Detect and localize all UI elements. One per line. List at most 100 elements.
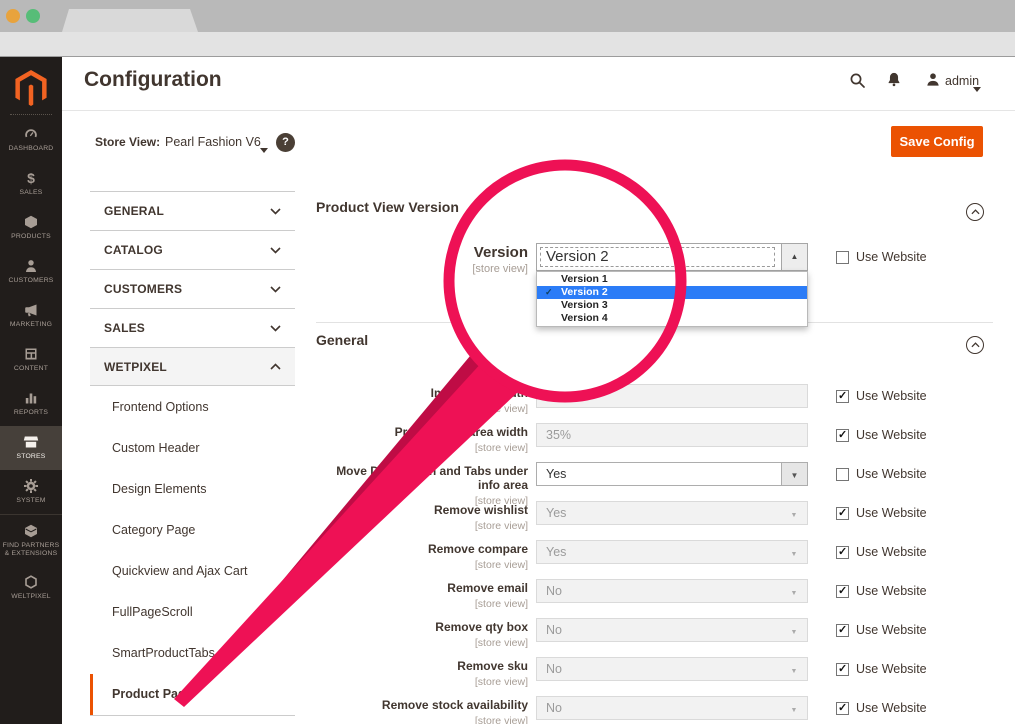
sidebar-item-label: FIND PARTNERS & EXTENSIONS (2, 542, 60, 558)
use-website-checkbox[interactable] (836, 546, 849, 559)
use-website-checkbox[interactable] (836, 390, 849, 403)
field-input[interactable]: No ▼ (536, 696, 808, 720)
subnav-item-category-page[interactable]: Category Page (90, 510, 295, 551)
field-input[interactable]: No ▼ (536, 579, 808, 603)
field-input[interactable]: No ▼ (536, 657, 808, 681)
chevron-down-icon: ▼ (791, 551, 798, 558)
select-arrow-button[interactable]: ▼ (781, 697, 807, 719)
select-arrow-button[interactable]: ▼ (781, 463, 807, 485)
use-website-group: Use Website (836, 250, 927, 264)
sidebar-item-marketing[interactable]: MARKETING (0, 294, 62, 338)
sidebar-item-system[interactable]: SYSTEM (0, 470, 62, 514)
use-website-group: Use Website (836, 584, 927, 598)
chevron-down-icon: ▼ (791, 590, 798, 597)
field-input[interactable]: 35% ▼ (536, 423, 808, 447)
field-label: Product info area width (316, 426, 528, 440)
use-website-group: Use Website (836, 467, 927, 481)
field-value: 35% (546, 428, 571, 442)
svg-text:$: $ (27, 170, 35, 186)
version-field-label-block: Version [store view] (316, 244, 528, 275)
help-icon[interactable]: ? (276, 133, 295, 152)
field-label: Move Description and Tabs under info are… (316, 465, 528, 493)
use-website-checkbox[interactable] (836, 585, 849, 598)
sidebar-item-stores[interactable]: STORES (0, 426, 62, 470)
config-subnav: Frontend Options Custom Header Design El… (90, 387, 295, 716)
use-website-group: Use Website (836, 389, 927, 403)
select-arrow-button[interactable]: ▲ (781, 244, 807, 270)
config-section-catalog[interactable]: CATALOG (90, 230, 295, 269)
store-view-label: Store View: (95, 135, 160, 149)
config-section-sales[interactable]: SALES (90, 308, 295, 347)
subnav-item-fullpagescroll[interactable]: FullPageScroll (90, 592, 295, 633)
general-row: Remove sku [store view] No ▼ Use Website (316, 657, 993, 696)
field-input[interactable]: Yes ▼ (536, 462, 808, 486)
minimize-traffic-light[interactable] (6, 9, 20, 23)
select-arrow-button[interactable]: ▼ (781, 541, 807, 563)
sidebar-item-reports[interactable]: REPORTS (0, 382, 62, 426)
sidebar-item-weltpixel[interactable]: WELTPIXEL (0, 566, 62, 610)
dropdown-option[interactable]: Version 4 (537, 312, 807, 325)
dropdown-option-selected[interactable]: Version 2 (537, 286, 807, 299)
sidebar-item-customers[interactable]: CUSTOMERS (0, 250, 62, 294)
select-arrow-button[interactable]: ▼ (781, 580, 807, 602)
browser-window: DASHBOARD $ SALES PRODUCTS CUSTOMERS MAR… (0, 0, 1015, 724)
sidebar-item-dashboard[interactable]: DASHBOARD (0, 118, 62, 162)
subnav-item-custom-header[interactable]: Custom Header (90, 428, 295, 469)
field-input[interactable]: ▼ (536, 384, 808, 408)
use-website-group: Use Website (836, 662, 927, 676)
config-section-wetpixel[interactable]: WETPIXEL (90, 347, 295, 386)
sidebar-item-sales[interactable]: $ SALES (0, 162, 62, 206)
field-scope: [store view] (316, 598, 528, 610)
use-website-checkbox[interactable] (836, 624, 849, 637)
find-partners-icon (23, 523, 39, 539)
page-title: Configuration (84, 68, 222, 92)
use-website-checkbox[interactable] (836, 251, 849, 264)
content-icon (23, 346, 39, 362)
sidebar-item-find-partners[interactable]: FIND PARTNERS & EXTENSIONS (0, 514, 62, 566)
use-website-checkbox[interactable] (836, 663, 849, 676)
use-website-checkbox[interactable] (836, 468, 849, 481)
dropdown-option[interactable]: Version 1 (537, 273, 807, 286)
use-website-label: Use Website (856, 701, 927, 715)
use-website-checkbox[interactable] (836, 702, 849, 715)
field-scope: [store view] (316, 676, 528, 688)
browser-tab[interactable] (62, 9, 198, 32)
chevron-down-icon: ▼ (791, 471, 799, 480)
magento-logo[interactable] (0, 65, 62, 111)
general-row: Remove wishlist [store view] Yes ▼ Use W… (316, 501, 993, 540)
select-arrow-button[interactable]: ▼ (781, 619, 807, 641)
field-label: Remove stock availability (316, 699, 528, 713)
subnav-item-frontend-options[interactable]: Frontend Options (90, 387, 295, 428)
zoom-traffic-light[interactable] (26, 9, 40, 23)
general-row: Remove stock availability [store view] N… (316, 696, 993, 724)
sidebar-item-content[interactable]: CONTENT (0, 338, 62, 382)
subnav-item-quickview[interactable]: Quickview and Ajax Cart (90, 551, 295, 592)
version-select[interactable]: Version 2 ▲ (536, 243, 808, 271)
use-website-label: Use Website (856, 545, 927, 559)
select-arrow-button[interactable]: ▼ (781, 502, 807, 524)
dropdown-option[interactable]: Version 3 (537, 299, 807, 312)
select-arrow-button[interactable]: ▼ (781, 658, 807, 680)
use-website-checkbox[interactable] (836, 429, 849, 442)
chevron-down-icon (270, 208, 281, 215)
config-section-general[interactable]: GENERAL (90, 191, 295, 230)
chevron-down-icon (260, 140, 268, 158)
use-website-group: Use Website (836, 506, 927, 520)
store-view-selector[interactable]: Pearl Fashion V6 (165, 135, 261, 149)
use-website-checkbox[interactable] (836, 507, 849, 520)
field-value: Yes (546, 545, 566, 559)
field-input[interactable]: Yes ▼ (536, 501, 808, 525)
field-input[interactable]: Yes ▼ (536, 540, 808, 564)
subnav-item-design-elements[interactable]: Design Elements (90, 469, 295, 510)
chevron-up-icon (270, 363, 281, 370)
general-row: Remove compare [store view] Yes ▼ Use We… (316, 540, 993, 579)
field-label: Remove sku (316, 660, 528, 674)
config-section-customers[interactable]: CUSTOMERS (90, 269, 295, 308)
field-input[interactable]: No ▼ (536, 618, 808, 642)
subnav-item-smartproducttabs[interactable]: SmartProductTabs (90, 633, 295, 674)
sidebar-item-label: CUSTOMERS (2, 277, 60, 285)
sidebar-item-products[interactable]: PRODUCTS (0, 206, 62, 250)
sidebar-item-label: SALES (2, 189, 60, 197)
general-row: Product info area width [store view] 35%… (316, 423, 993, 462)
subnav-item-product-page[interactable]: Product Page (90, 674, 295, 715)
